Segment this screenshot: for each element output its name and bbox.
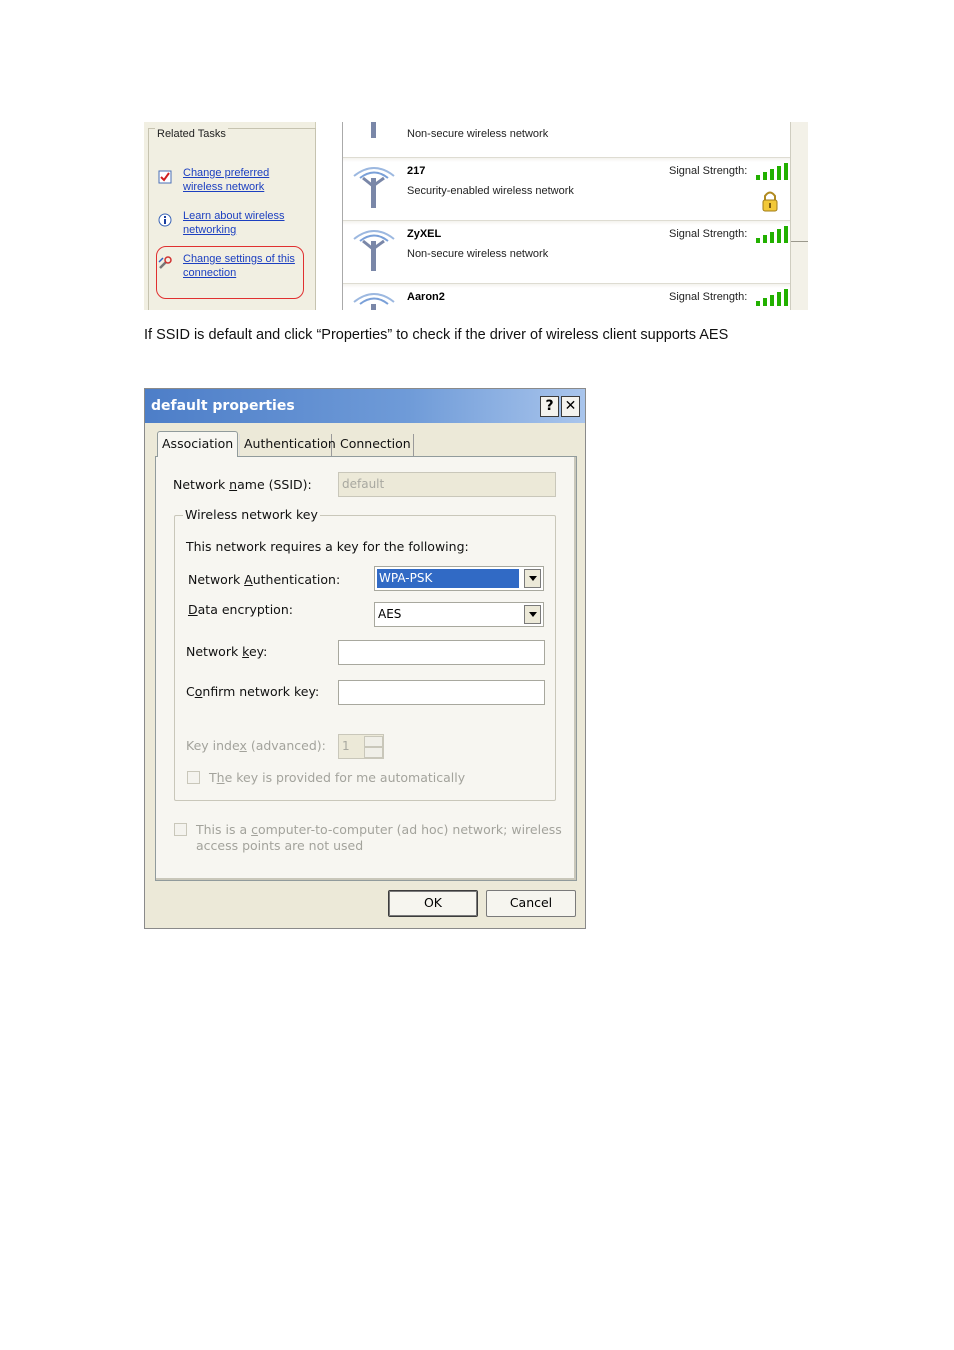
network-desc: Non-secure wireless network [407,128,549,140]
tab-association[interactable]: Association [157,431,238,457]
network-row-217[interactable]: 217 Security-enabled wireless network Si… [343,157,791,221]
checklist-icon [158,170,172,184]
network-desc: Security-enabled wireless network [407,185,574,197]
annotation-highlight-circle [156,246,304,299]
scrollbar-thumb[interactable] [791,122,808,242]
task-link-change-preferred[interactable]: Change preferred wireless network [183,166,269,194]
network-desc: Non-secure wireless network [407,248,549,260]
cancel-button[interactable]: Cancel [486,890,576,917]
related-tasks-title: Related Tasks [155,128,228,140]
close-button[interactable]: ✕ [561,396,580,417]
auto-key-checkbox[interactable] [187,771,200,784]
spin-up-icon[interactable] [364,736,383,747]
auth-label: Network Authentication: [188,572,341,587]
signal-bars-icon [756,289,788,306]
task-link-learn-wireless[interactable]: Learn about wireless networking [183,209,285,237]
wireless-antenna-icon [353,230,395,271]
lock-icon [762,191,778,212]
network-name: ZyXEL [407,228,442,240]
network-key-label: Network key: [186,644,268,659]
wireless-antenna-icon [353,167,395,208]
ssid-label: Network name (SSID): [173,477,312,492]
tab-connection[interactable]: Connection [336,434,414,456]
info-icon [158,213,172,227]
chevron-down-icon[interactable] [524,569,541,588]
signal-bars-icon [756,163,788,180]
tab-authentication[interactable]: Authentication [239,434,336,456]
signal-strength-label: Signal Strength: [669,165,748,177]
encryption-label: Data encryption: [188,602,293,617]
encryption-selected-value: AES [378,607,402,621]
adhoc-label: This is a computer-to-computer (ad hoc) … [196,822,562,853]
auth-selected-value: WPA-PSK [377,569,519,588]
network-list: Non-secure wireless network 217 Security… [342,122,791,310]
related-tasks-panel: Related Tasks Change preferred wireless n… [144,122,316,310]
network-list-scrollbar[interactable] [790,122,808,310]
wireless-network-list-screenshot: Related Tasks Change preferred wireless n… [144,122,808,310]
signal-bars-icon [756,226,788,243]
dialog-titlebar[interactable]: default properties ? ✕ [145,389,585,423]
auth-select[interactable]: WPA-PSK [374,566,544,591]
ok-button[interactable]: OK [388,890,478,917]
key-index-label: Key index (advanced): [186,738,326,753]
confirm-key-label: Confirm network key: [186,684,320,699]
chevron-down-icon[interactable] [524,605,541,624]
network-row-aaron2[interactable]: Aaron2 Signal Strength: [343,283,791,310]
wireless-key-group-title: Wireless network key [183,507,320,522]
ssid-field[interactable]: default [338,472,556,497]
instruction-caption: If SSID is default and click “Properties… [144,327,729,343]
wireless-key-group: Wireless network key This network requir… [174,507,556,801]
confirm-key-input[interactable] [338,680,545,705]
network-name: Aaron2 [407,291,445,303]
network-key-input[interactable] [338,640,545,665]
wireless-antenna-icon [371,122,376,138]
help-button[interactable]: ? [540,396,559,417]
wireless-antenna-icon [353,293,395,310]
properties-dialog: default properties ? ✕ Association Authe… [144,388,586,929]
requires-key-text: This network requires a key for the foll… [186,539,469,554]
adhoc-checkbox[interactable] [174,823,187,836]
association-tab-panel: Network name (SSID): default Wireless ne… [155,456,577,881]
network-row-partial[interactable]: Non-secure wireless network [343,122,791,153]
dialog-title: default properties [151,398,295,414]
signal-strength-label: Signal Strength: [669,228,748,240]
spin-down-icon[interactable] [364,747,383,758]
key-index-value: 1 [342,739,350,753]
network-row-zyxel[interactable]: ZyXEL Non-secure wireless network Signal… [343,220,791,284]
network-name: 217 [407,165,426,177]
encryption-select[interactable]: AES [374,602,544,627]
key-index-stepper[interactable]: 1 [338,734,384,759]
signal-strength-label: Signal Strength: [669,291,748,303]
auto-key-label: The key is provided for me automatically [209,770,466,785]
